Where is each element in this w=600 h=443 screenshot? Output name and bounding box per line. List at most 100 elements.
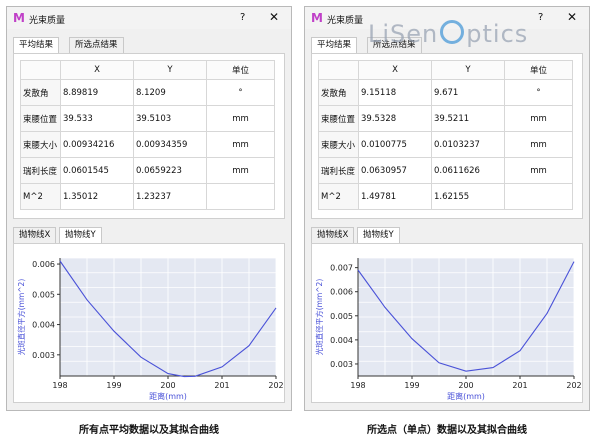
row-label: M^2: [20, 183, 61, 210]
x-tick-label: 198: [350, 381, 365, 390]
cell-y: 0.0659223: [133, 157, 207, 184]
cell-unit: °: [206, 79, 275, 106]
close-button[interactable]: ✕: [269, 10, 279, 24]
cell-y: 0.0103237: [431, 131, 505, 158]
cell-y: 39.5103: [133, 105, 207, 132]
help-button[interactable]: ?: [240, 12, 245, 23]
table-header: X Y 单位: [20, 60, 275, 80]
cell-x: 1.35012: [60, 183, 134, 210]
tab-parabola-y[interactable]: 抛物线Y: [59, 227, 102, 244]
results-panel: X Y 单位 发散角 8.89819 8.1209 ° 束腰位置 39.533 …: [13, 53, 285, 219]
table-row[interactable]: 束腰位置 39.533 39.5103 mm: [20, 105, 275, 132]
row-label: M^2: [318, 183, 359, 210]
row-label: 束腰大小: [318, 131, 359, 158]
cell-unit: [206, 183, 275, 210]
table-row[interactable]: M^2 1.49781 1.62155: [318, 183, 573, 210]
row-label: 发散角: [20, 79, 61, 106]
table-row[interactable]: 发散角 9.15118 9.671 °: [318, 79, 573, 106]
caption-average: 所有点平均数据以及其拟合曲线: [79, 425, 219, 436]
cell-unit: °: [504, 79, 573, 106]
table-header: X Y 单位: [318, 60, 573, 80]
y-tick-label: 0.006: [330, 288, 353, 297]
x-tick-label: 201: [512, 381, 527, 390]
x-tick-label: 200: [160, 381, 175, 390]
fit-chart-panel: 198 199 200 201 202 0.003 0.004 0.005 0.006 距离(mm…: [13, 243, 285, 403]
tab-selected-point-result[interactable]: 所选点结果: [69, 37, 124, 53]
x-tick-label: 202: [268, 381, 283, 390]
y-tick-label: 0.005: [330, 312, 353, 321]
x-tick-label: 202: [566, 381, 581, 390]
table-row[interactable]: 束腰位置 39.5328 39.5211 mm: [318, 105, 573, 132]
caption-selected: 所选点（单点）数据以及其拟合曲线: [367, 425, 527, 436]
header-cell: [318, 60, 359, 80]
y-tick-label: 0.004: [32, 321, 55, 330]
row-label: 束腰位置: [318, 105, 359, 132]
cell-unit: mm: [206, 131, 275, 158]
table-row[interactable]: 束腰大小 0.0100775 0.0103237 mm: [318, 131, 573, 158]
cell-x: 39.533: [60, 105, 134, 132]
beam-quality-table: X Y 单位 发散角 8.89819 8.1209 ° 束腰位置 39.533 …: [20, 60, 275, 210]
table-row[interactable]: M^2 1.35012 1.23237: [20, 183, 275, 210]
title-bar: M 光束质量 ? ✕: [7, 7, 291, 29]
cell-y: 8.1209: [133, 79, 207, 106]
cell-y: 39.5211: [431, 105, 505, 132]
y-tick-label: 0.007: [330, 264, 353, 273]
header-cell-unit: 单位: [206, 60, 275, 80]
watermark-text-1: LiSen: [368, 20, 439, 48]
watermark-text-2: ptics: [466, 20, 529, 48]
tab-parabola-y[interactable]: 抛物线Y: [357, 227, 400, 244]
x-tick-label: 201: [214, 381, 229, 390]
cell-x: 9.15118: [358, 79, 432, 106]
y-axis-label: 光斑直径平方(mm^2): [314, 279, 324, 356]
cell-x: 1.49781: [358, 183, 432, 210]
table-row[interactable]: 束腰大小 0.00934216 0.00934359 mm: [20, 131, 275, 158]
cell-x: 39.5328: [358, 105, 432, 132]
header-cell-y: Y: [133, 60, 207, 80]
header-cell-x: X: [60, 60, 134, 80]
header-cell-y: Y: [431, 60, 505, 80]
cell-y: 1.62155: [431, 183, 505, 210]
row-label: 束腰大小: [20, 131, 61, 158]
cell-x: 8.89819: [60, 79, 134, 106]
cell-y: 0.00934359: [133, 131, 207, 158]
tab-average-result[interactable]: 平均结果: [13, 37, 60, 54]
x-tick-label: 198: [52, 381, 67, 390]
fit-curve-chart: 198 199 200 201 202 0.003 0.004 0.005 0.006 0.007…: [314, 257, 582, 401]
y-tick-label: 0.004: [330, 336, 353, 345]
x-axis-label: 距离(mm): [149, 391, 187, 401]
table-row[interactable]: 瑞利长度 0.0601545 0.0659223 mm: [20, 157, 275, 184]
y-tick-label: 0.005: [32, 290, 55, 299]
brand-watermark: LiSen ptics: [368, 20, 528, 48]
y-axis-label: 光斑直径平方(mm^2): [16, 279, 26, 356]
cell-unit: mm: [206, 105, 275, 132]
header-cell-x: X: [358, 60, 432, 80]
cell-unit: mm: [504, 131, 573, 158]
tab-parabola-x[interactable]: 抛物线X: [311, 227, 355, 243]
row-label: 瑞利长度: [318, 157, 359, 184]
cell-x: 0.0601545: [60, 157, 134, 184]
x-tick-label: 199: [106, 381, 121, 390]
tab-average-result[interactable]: 平均结果: [311, 37, 358, 54]
table-row[interactable]: 发散角 8.89819 8.1209 °: [20, 79, 275, 106]
cell-unit: mm: [504, 157, 573, 184]
fit-curve-chart: 198 199 200 201 202 0.003 0.004 0.005 0.006 距离(mm…: [16, 257, 284, 401]
cell-x: 0.0100775: [358, 131, 432, 158]
beam-quality-table: X Y 单位 发散角 9.15118 9.671 ° 束腰位置 39.5328 …: [318, 60, 573, 210]
close-button[interactable]: ✕: [567, 10, 577, 24]
row-label: 发散角: [318, 79, 359, 106]
cell-unit: mm: [504, 105, 573, 132]
y-tick-label: 0.006: [32, 260, 55, 269]
row-label: 束腰位置: [20, 105, 61, 132]
fit-chart-panel: 198 199 200 201 202 0.003 0.004 0.005 0.006 0.007…: [311, 243, 583, 403]
cell-x: 0.0630957: [358, 157, 432, 184]
tab-parabola-x[interactable]: 抛物线X: [13, 227, 57, 243]
x-tick-label: 200: [458, 381, 473, 390]
beam-quality-window-selected: M 光束质量 ? ✕ 平均结果 所选点结果 X Y 单位 发散角 9.15118…: [304, 6, 590, 411]
cell-y: 9.671: [431, 79, 505, 106]
y-tick-label: 0.003: [330, 360, 353, 369]
app-logo-icon: M: [13, 11, 25, 25]
table-row[interactable]: 瑞利长度 0.0630957 0.0611626 mm: [318, 157, 573, 184]
cell-y: 1.23237: [133, 183, 207, 210]
cell-y: 0.0611626: [431, 157, 505, 184]
help-button[interactable]: ?: [538, 12, 543, 23]
